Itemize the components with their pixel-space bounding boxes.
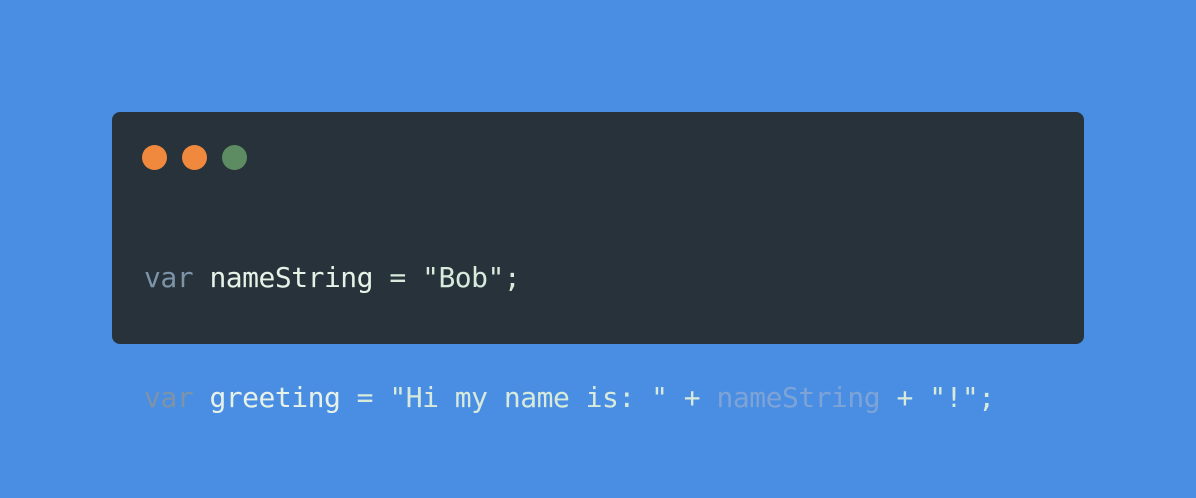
code-window: var nameString = "Bob"; var greeting = "…: [112, 112, 1084, 414]
code-line: var nameString = "Bob";: [144, 258, 995, 298]
operator-token: +: [880, 381, 930, 414]
variable-reference-token: nameString: [716, 381, 881, 414]
operator-token: =: [340, 381, 390, 414]
identifier-token: greeting: [209, 381, 341, 414]
code-line: var greeting = "Hi my name is: " + nameS…: [144, 378, 995, 418]
punctuation-token: ;: [503, 261, 521, 294]
identifier-token: nameString: [209, 261, 374, 294]
keyword-token: var: [144, 261, 194, 294]
code-block: var nameString = "Bob"; var greeting = "…: [144, 218, 995, 498]
page-background: { "colors": { "background": "#4a8ee3", "…: [0, 0, 1196, 456]
punctuation-token: ;: [978, 381, 995, 414]
operator-token: +: [667, 381, 717, 414]
maximize-dot-icon[interactable]: [222, 145, 247, 170]
window-controls: [142, 145, 247, 170]
operator-token: =: [373, 261, 423, 294]
string-token: "!": [929, 381, 979, 414]
keyword-token: var: [144, 381, 194, 414]
string-token: "Bob": [422, 261, 504, 294]
string-token: "Hi my name is: ": [389, 381, 668, 414]
close-dot-icon[interactable]: [142, 145, 167, 170]
minimize-dot-icon[interactable]: [182, 145, 207, 170]
